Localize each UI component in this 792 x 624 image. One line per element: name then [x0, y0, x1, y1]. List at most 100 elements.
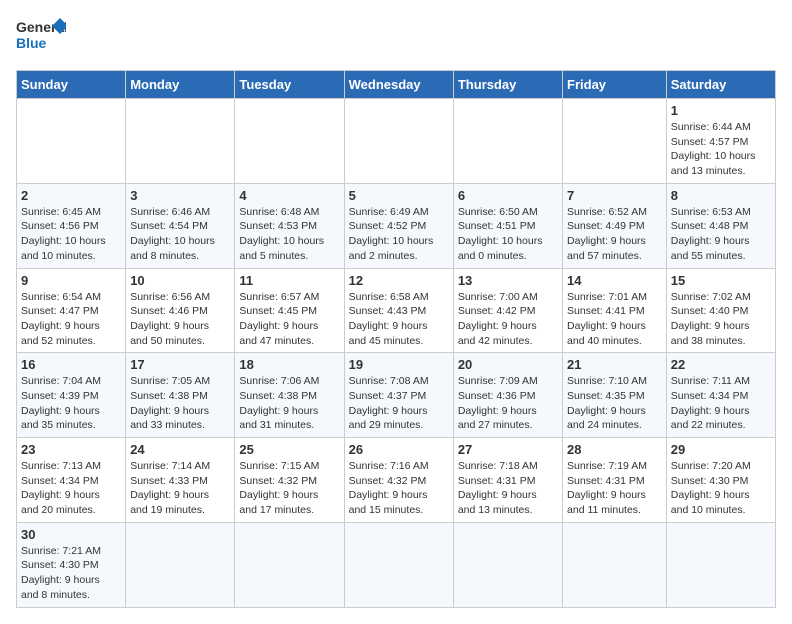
day-info: Sunrise: 7:09 AMSunset: 4:36 PMDaylight:… [458, 374, 558, 433]
day-info: Sunrise: 7:06 AMSunset: 4:38 PMDaylight:… [239, 374, 339, 433]
day-number: 6 [458, 188, 558, 203]
day-cell: 27Sunrise: 7:18 AMSunset: 4:31 PMDayligh… [453, 438, 562, 523]
day-cell: 18 Sunrise: 7:06 AMSunset: 4:38 PMDayligh… [235, 353, 344, 438]
day-info: Sunrise: 6:54 AMSunset: 4:47 PMDaylight:… [21, 290, 121, 349]
day-number: 1 [671, 103, 771, 118]
day-cell: 9 Sunrise: 6:54 AMSunset: 4:47 PMDaylight… [17, 268, 126, 353]
day-cell [344, 522, 453, 607]
logo-svg: General Blue [16, 16, 66, 60]
day-number: 11 [239, 273, 339, 288]
day-number: 23 [21, 442, 121, 457]
day-cell: 8 Sunrise: 6:53 AMSunset: 4:48 PMDaylight… [666, 183, 775, 268]
day-info: Sunrise: 7:10 AMSunset: 4:35 PMDaylight:… [567, 374, 662, 433]
week-row-2: 9 Sunrise: 6:54 AMSunset: 4:47 PMDaylight… [17, 268, 776, 353]
day-number: 14 [567, 273, 662, 288]
day-cell: 2Sunrise: 6:45 AMSunset: 4:56 PMDaylight… [17, 183, 126, 268]
day-info: Sunrise: 7:20 AMSunset: 4:30 PMDaylight:… [671, 459, 771, 518]
day-info: Sunrise: 7:13 AMSunset: 4:34 PMDaylight:… [21, 459, 121, 518]
day-number: 29 [671, 442, 771, 457]
week-row-5: 30 Sunrise: 7:21 AMSunset: 4:30 PMDayligh… [17, 522, 776, 607]
day-info: Sunrise: 7:21 AMSunset: 4:30 PMDaylight:… [21, 544, 121, 603]
header-cell-sunday: Sunday [17, 71, 126, 99]
day-cell [563, 99, 667, 184]
day-cell [235, 522, 344, 607]
day-number: 4 [239, 188, 339, 203]
day-number: 2 [21, 188, 121, 203]
day-info: Sunrise: 7:00 AMSunset: 4:42 PMDaylight:… [458, 290, 558, 349]
week-row-0: 1 Sunrise: 6:44 AMSunset: 4:57 PMDaylight… [17, 99, 776, 184]
day-cell: 10Sunrise: 6:56 AMSunset: 4:46 PMDayligh… [126, 268, 235, 353]
day-number: 12 [349, 273, 449, 288]
day-cell: 4Sunrise: 6:48 AMSunset: 4:53 PMDaylight… [235, 183, 344, 268]
day-cell: 26Sunrise: 7:16 AMSunset: 4:32 PMDayligh… [344, 438, 453, 523]
day-number: 13 [458, 273, 558, 288]
day-cell [126, 522, 235, 607]
day-info: Sunrise: 6:56 AMSunset: 4:46 PMDaylight:… [130, 290, 230, 349]
week-row-3: 16 Sunrise: 7:04 AMSunset: 4:39 PMDayligh… [17, 353, 776, 438]
day-number: 5 [349, 188, 449, 203]
day-number: 18 [239, 357, 339, 372]
day-info: Sunrise: 7:04 AMSunset: 4:39 PMDaylight:… [21, 374, 121, 433]
day-cell [235, 99, 344, 184]
day-cell [453, 99, 562, 184]
day-number: 28 [567, 442, 662, 457]
logo: General Blue [16, 16, 66, 60]
day-number: 24 [130, 442, 230, 457]
day-cell: 16 Sunrise: 7:04 AMSunset: 4:39 PMDayligh… [17, 353, 126, 438]
day-cell: 7 Sunrise: 6:52 AMSunset: 4:49 PMDaylight… [563, 183, 667, 268]
day-cell: 29 Sunrise: 7:20 AMSunset: 4:30 PMDayligh… [666, 438, 775, 523]
day-cell [453, 522, 562, 607]
day-number: 16 [21, 357, 121, 372]
day-number: 20 [458, 357, 558, 372]
day-number: 21 [567, 357, 662, 372]
header-cell-wednesday: Wednesday [344, 71, 453, 99]
day-cell [666, 522, 775, 607]
day-cell: 24Sunrise: 7:14 AMSunset: 4:33 PMDayligh… [126, 438, 235, 523]
day-cell [344, 99, 453, 184]
header-cell-saturday: Saturday [666, 71, 775, 99]
day-cell: 12Sunrise: 6:58 AMSunset: 4:43 PMDayligh… [344, 268, 453, 353]
day-info: Sunrise: 6:53 AMSunset: 4:48 PMDaylight:… [671, 205, 771, 264]
day-info: Sunrise: 7:02 AMSunset: 4:40 PMDaylight:… [671, 290, 771, 349]
header: General Blue [16, 16, 776, 60]
day-number: 25 [239, 442, 339, 457]
svg-text:Blue: Blue [16, 35, 47, 51]
week-row-4: 23 Sunrise: 7:13 AMSunset: 4:34 PMDayligh… [17, 438, 776, 523]
day-cell: 3Sunrise: 6:46 AMSunset: 4:54 PMDaylight… [126, 183, 235, 268]
day-cell: 21 Sunrise: 7:10 AMSunset: 4:35 PMDayligh… [563, 353, 667, 438]
day-info: Sunrise: 7:11 AMSunset: 4:34 PMDaylight:… [671, 374, 771, 433]
day-info: Sunrise: 7:15 AMSunset: 4:32 PMDaylight:… [239, 459, 339, 518]
day-cell: 20 Sunrise: 7:09 AMSunset: 4:36 PMDayligh… [453, 353, 562, 438]
day-info: Sunrise: 7:19 AMSunset: 4:31 PMDaylight:… [567, 459, 662, 518]
header-cell-friday: Friday [563, 71, 667, 99]
day-info: Sunrise: 7:05 AMSunset: 4:38 PMDaylight:… [130, 374, 230, 433]
day-number: 7 [567, 188, 662, 203]
day-cell: 6Sunrise: 6:50 AMSunset: 4:51 PMDaylight… [453, 183, 562, 268]
day-cell: 22Sunrise: 7:11 AMSunset: 4:34 PMDayligh… [666, 353, 775, 438]
day-number: 30 [21, 527, 121, 542]
header-row: SundayMondayTuesdayWednesdayThursdayFrid… [17, 71, 776, 99]
day-cell: 1 Sunrise: 6:44 AMSunset: 4:57 PMDaylight… [666, 99, 775, 184]
day-number: 27 [458, 442, 558, 457]
header-cell-tuesday: Tuesday [235, 71, 344, 99]
day-cell [563, 522, 667, 607]
day-number: 8 [671, 188, 771, 203]
day-cell: 25 Sunrise: 7:15 AMSunset: 4:32 PMDayligh… [235, 438, 344, 523]
day-info: Sunrise: 6:46 AMSunset: 4:54 PMDaylight:… [130, 205, 230, 264]
week-row-1: 2Sunrise: 6:45 AMSunset: 4:56 PMDaylight… [17, 183, 776, 268]
day-cell: 13 Sunrise: 7:00 AMSunset: 4:42 PMDayligh… [453, 268, 562, 353]
day-cell: 15 Sunrise: 7:02 AMSunset: 4:40 PMDayligh… [666, 268, 775, 353]
header-cell-thursday: Thursday [453, 71, 562, 99]
day-number: 15 [671, 273, 771, 288]
day-info: Sunrise: 6:44 AMSunset: 4:57 PMDaylight:… [671, 120, 771, 179]
day-number: 26 [349, 442, 449, 457]
day-number: 9 [21, 273, 121, 288]
day-number: 17 [130, 357, 230, 372]
day-number: 19 [349, 357, 449, 372]
day-info: Sunrise: 7:08 AMSunset: 4:37 PMDaylight:… [349, 374, 449, 433]
day-cell: 30 Sunrise: 7:21 AMSunset: 4:30 PMDayligh… [17, 522, 126, 607]
day-cell: 11Sunrise: 6:57 AMSunset: 4:45 PMDayligh… [235, 268, 344, 353]
day-cell: 19 Sunrise: 7:08 AMSunset: 4:37 PMDayligh… [344, 353, 453, 438]
day-info: Sunrise: 6:52 AMSunset: 4:49 PMDaylight:… [567, 205, 662, 264]
day-cell: 5Sunrise: 6:49 AMSunset: 4:52 PMDaylight… [344, 183, 453, 268]
